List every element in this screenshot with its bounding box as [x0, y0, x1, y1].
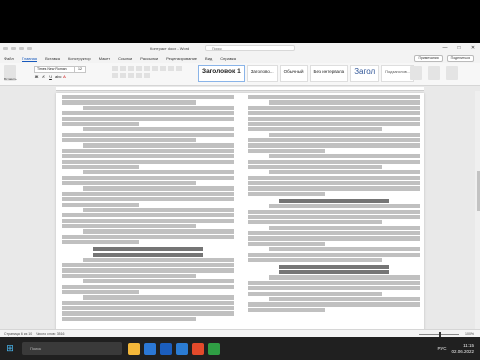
taskbar-apps — [128, 342, 220, 355]
undo-icon[interactable] — [19, 47, 24, 50]
find-icon[interactable] — [410, 66, 422, 80]
sort-icon[interactable] — [152, 66, 158, 71]
document-page[interactable] — [56, 93, 424, 333]
justify-icon[interactable] — [120, 73, 126, 78]
left-margin — [0, 91, 10, 335]
tab-layout[interactable]: Макет — [99, 56, 110, 61]
font-format-buttons: Ж К Ч abc А — [34, 74, 67, 79]
decrease-indent-icon[interactable] — [136, 66, 142, 71]
status-left: Страница 6 из 10 Число слов: 3516 — [4, 332, 65, 336]
text-column-right — [248, 95, 420, 313]
word-window: Контракт docx - Word Поиск — □ ✕ Файл Гл… — [0, 43, 480, 337]
comments-button[interactable]: Примечания — [414, 55, 443, 62]
tab-design[interactable]: Конструктор — [68, 56, 91, 61]
paste-button[interactable]: Вставить — [4, 65, 17, 81]
underline-button[interactable]: Ч — [48, 74, 53, 79]
styles-gallery: Заголовок 1 Заголово... Обычный Без инте… — [198, 65, 415, 82]
editing-group — [410, 66, 458, 80]
editor-icon[interactable] — [446, 66, 458, 80]
tab-mailings[interactable]: Рассылки — [140, 56, 158, 61]
minimize-button[interactable]: — — [438, 43, 452, 54]
shading-icon[interactable] — [136, 73, 142, 78]
line-spacing-icon[interactable] — [128, 73, 134, 78]
search-input[interactable]: Поиск — [205, 45, 295, 51]
font-color-button[interactable]: А — [62, 74, 67, 79]
tab-help[interactable]: Справка — [220, 56, 236, 61]
quick-access-toolbar — [0, 47, 32, 50]
tab-review[interactable]: Рецензирование — [166, 56, 197, 61]
align-right-icon[interactable] — [112, 73, 118, 78]
mail-icon[interactable] — [160, 342, 172, 355]
style-heading-2[interactable]: Заголово... — [246, 65, 278, 82]
close-button[interactable]: ✕ — [466, 43, 480, 54]
multilevel-list-icon[interactable] — [128, 66, 134, 71]
redo-icon[interactable] — [27, 47, 32, 50]
dictate-icon[interactable] — [428, 66, 440, 80]
borders-icon[interactable] — [144, 73, 150, 78]
status-bar: Страница 6 из 10 Число слов: 3516 100% — [0, 329, 480, 337]
language-indicator[interactable]: РУС — [437, 346, 446, 351]
powerpoint-icon[interactable] — [192, 342, 204, 355]
tab-home[interactable]: Главная — [21, 56, 38, 62]
ribbon-tabs: Файл Главная Вставка Конструктор Макет С… — [0, 54, 480, 63]
autosave-toggle[interactable] — [3, 47, 8, 50]
align-center-icon[interactable] — [176, 66, 182, 71]
screen: Контракт docx - Word Поиск — □ ✕ Файл Гл… — [0, 0, 480, 360]
tab-file[interactable]: Файл — [4, 56, 14, 61]
word-count[interactable]: Число слов: 3516 — [36, 332, 64, 336]
style-normal[interactable]: Обычный — [279, 65, 308, 82]
ribbon-home: Вставить Times New Roman 12 Ж К Ч abc А — [0, 63, 480, 86]
font-name-select[interactable]: Times New Roman — [34, 66, 76, 73]
zoom-slider-thumb[interactable] — [439, 331, 442, 337]
ribbon-right-actions: Примечания Поделиться — [414, 55, 480, 62]
style-heading-1[interactable]: Заголовок 1 — [198, 65, 245, 82]
status-right: 100% — [419, 331, 474, 337]
style-title[interactable]: Загол — [350, 65, 380, 82]
word-icon[interactable] — [176, 342, 188, 355]
strikethrough-button[interactable]: abc — [55, 74, 61, 79]
file-explorer-icon[interactable] — [128, 342, 140, 355]
increase-indent-icon[interactable] — [144, 66, 150, 71]
windows-start-icon[interactable]: ⊞ — [0, 337, 20, 360]
taskbar-search[interactable]: Поиск — [22, 342, 122, 355]
window-controls: — □ ✕ — [438, 43, 480, 54]
tab-insert[interactable]: Вставка — [45, 56, 60, 61]
align-left-icon[interactable] — [168, 66, 174, 71]
horizontal-ruler[interactable] — [56, 87, 424, 91]
taskbar: ⊞ Поиск РУС 11:15 02.06.2022 — [0, 337, 480, 360]
text-column-left — [62, 95, 234, 322]
paragraph-group — [112, 66, 182, 78]
tab-references[interactable]: Ссылки — [118, 56, 132, 61]
maximize-button[interactable]: □ — [452, 43, 466, 54]
page-indicator[interactable]: Страница 6 из 10 — [4, 332, 32, 336]
excel-icon[interactable] — [208, 342, 220, 355]
font-size-select[interactable]: 12 — [74, 66, 86, 73]
clock[interactable]: 11:15 02.06.2022 — [451, 343, 474, 355]
edge-icon[interactable] — [144, 342, 156, 355]
window-title: Контракт docx - Word — [150, 46, 190, 51]
show-marks-icon[interactable] — [160, 66, 166, 71]
system-tray: РУС 11:15 02.06.2022 — [437, 343, 480, 355]
zoom-level[interactable]: 100% — [465, 332, 474, 336]
italic-button[interactable]: К — [41, 74, 46, 79]
title-bar: Контракт docx - Word Поиск — □ ✕ — [0, 43, 480, 54]
share-button[interactable]: Поделиться — [446, 55, 474, 62]
bullets-icon[interactable] — [112, 66, 118, 71]
numbering-icon[interactable] — [120, 66, 126, 71]
zoom-slider[interactable] — [419, 331, 460, 337]
style-no-spacing[interactable]: Без интервала — [309, 65, 349, 82]
bold-button[interactable]: Ж — [34, 74, 39, 79]
clock-date: 02.06.2022 — [451, 348, 474, 354]
vertical-scrollbar[interactable] — [475, 91, 480, 329]
tab-view[interactable]: Вид — [205, 56, 212, 61]
save-icon[interactable] — [11, 47, 16, 50]
